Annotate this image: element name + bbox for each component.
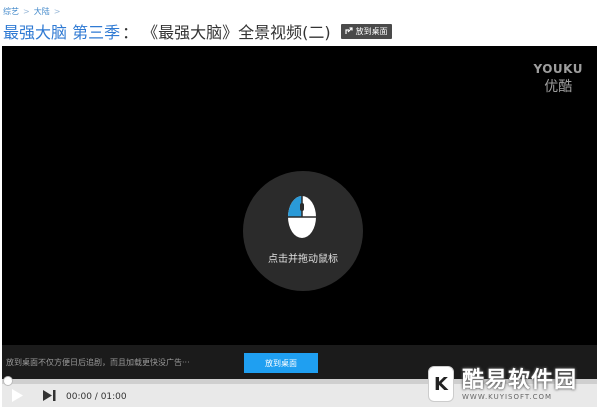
breadcrumb-separator: > — [53, 7, 61, 16]
page-title: 最强大脑 第三季 ： 《最强大脑》全景视频(二) 放到桌面 — [3, 20, 392, 42]
title-colon: ： — [122, 23, 139, 42]
breadcrumb-item-mainland[interactable]: 大陆 — [34, 6, 50, 17]
watermark-chinese: 优酷 — [544, 79, 573, 95]
share-icon — [345, 27, 353, 34]
next-icon[interactable] — [43, 390, 56, 401]
breadcrumb-separator: > — [23, 7, 30, 16]
progress-handle[interactable] — [3, 376, 13, 386]
drag-hint-text: 点击并拖动鼠标 — [268, 254, 338, 265]
youku-watermark: YOUKU 优酷 — [533, 62, 583, 96]
drag-hint-overlay[interactable]: 点击并拖动鼠标 — [243, 171, 363, 291]
promo-text: 放到桌面不仅方便日后追剧，而且加载更快没广告··· — [6, 358, 190, 367]
site-brand-name: 酷易软件园 — [462, 368, 578, 393]
put-on-desktop-button[interactable]: 放到桌面 — [340, 23, 392, 39]
site-logo-badge: K — [428, 366, 454, 402]
put-on-desktop-label: 放到桌面 — [355, 26, 388, 36]
watermark-latin: YOUKU — [533, 62, 583, 76]
episode-title: 《最强大脑》全景视频(二) — [142, 23, 331, 42]
mouse-icon — [288, 196, 316, 238]
site-watermark-logo: K 酷易软件园 WWW.KUYISOFT.COM — [424, 360, 598, 407]
breadcrumb-item-variety[interactable]: 综艺 — [3, 6, 19, 17]
time-display: 00:00 / 01:00 — [66, 392, 127, 402]
video-player[interactable]: YOUKU 优酷 点击并拖动鼠标 放到桌面不仅方便日后追剧，而且加载更快没广告·… — [2, 46, 597, 407]
play-icon[interactable] — [12, 389, 23, 402]
show-title-link[interactable]: 最强大脑 第三季 — [3, 19, 120, 43]
site-url: WWW.KUYISOFT.COM — [462, 393, 553, 401]
breadcrumb: 综艺 > 大陆 > — [3, 6, 60, 17]
promo-desktop-button[interactable]: 放到桌面 — [244, 353, 318, 373]
